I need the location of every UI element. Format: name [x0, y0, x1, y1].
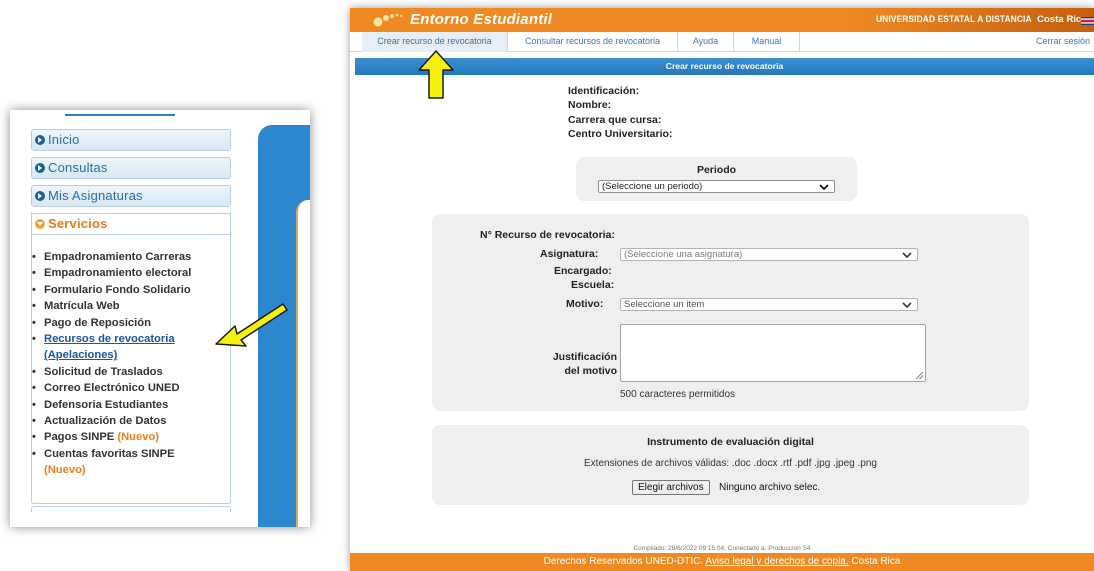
service-item[interactable]: Empadronamiento Carreras [32, 249, 232, 266]
justificacion-textarea[interactable] [620, 324, 926, 382]
service-item-new-badge-line: (Nuevo) [32, 462, 232, 478]
sidebar-menu-label: Consultas [48, 160, 108, 175]
periodo-label: Periodo [696, 164, 737, 176]
new-badge: (Nuevo) [117, 431, 160, 444]
compiled-info: Compilado: 28/6/2022 09:15:04, Conectado… [633, 545, 811, 552]
app-footer: Derechos Reservados UNED-DTIC. Aviso leg… [350, 553, 1094, 571]
asignatura-select[interactable]: (Seleccione una asignatura) [620, 248, 918, 261]
legal-notice-link[interactable]: Aviso legal y derechos de copia. [705, 556, 848, 567]
service-item[interactable]: Defensoria Estudiantes [32, 397, 232, 414]
chevron-down-icon [902, 252, 912, 259]
top-nav: Crear recurso de revocatoria Consultar r… [350, 32, 1094, 52]
bullet-arrow-icon [35, 163, 45, 173]
escuela-label: Escuela: [571, 279, 615, 291]
sidebar-top-line [65, 114, 175, 116]
chevron-down-icon [819, 184, 829, 191]
service-item[interactable]: Cuentas favoritas SINPE [32, 446, 232, 463]
centro-universitario-label: Centro Universitario: [568, 128, 673, 140]
chars-allowed-hint: 500 caracteres permitidos [620, 389, 736, 400]
encargado-label: Encargado: [554, 265, 612, 277]
motivo-label: Motivo: [566, 298, 604, 310]
service-item[interactable]: Solicitud de Traslados [32, 364, 232, 381]
service-item-recursos-revocatoria[interactable]: Recursos de revocatoria [32, 331, 232, 348]
services-list: Empadronamiento Carreras Empadronamiento… [32, 249, 232, 479]
service-item-apelaciones[interactable]: (Apelaciones) [32, 347, 232, 363]
bullet-arrow-icon [35, 135, 45, 145]
sidebar-menu-label: Mis Asignaturas [48, 188, 143, 203]
service-item[interactable]: Pago de Reposición [32, 315, 232, 332]
asignatura-label: Asignatura: [540, 248, 599, 260]
numero-recurso-label: N° Recurso de revocatoria: [480, 229, 615, 241]
tab-crear-recurso[interactable]: Crear recurso de revocatoria [362, 32, 508, 52]
section-title-bar: Crear recurso de revocatoria [355, 58, 1094, 75]
yellow-arrow-up-icon [418, 50, 454, 99]
recurso-form-panel: N° Recurso de revocatoria: Asignatura: (… [432, 214, 1029, 411]
carrera-label: Carrera que cursa: [568, 114, 662, 126]
main-page-screenshot: Entorno Estudiantil UNIVERSIDAD ESTATAL … [350, 8, 1094, 571]
app-title: Entorno Estudiantil [410, 11, 553, 28]
sidebar-menu-consultas[interactable]: Consultas [31, 157, 231, 179]
footer-country: Costa Rica [851, 556, 901, 567]
tab-manual[interactable]: Manual [734, 32, 800, 52]
service-item[interactable]: Formulario Fondo Solidario [32, 282, 232, 299]
instrumento-title: Instrumento de evaluación digital [647, 436, 814, 448]
periodo-panel: Periodo (Seleccione un periodo) [576, 157, 857, 201]
valid-extensions-text: Extensiones de archivos válidas: .doc .d… [584, 458, 877, 469]
yellow-arrow-left-icon [215, 303, 288, 347]
periodo-select[interactable]: (Seleccione un periodo) [598, 180, 835, 193]
content-panel-inner [296, 200, 310, 527]
service-item-label: Pagos SINPE [44, 431, 115, 444]
app-header: Entorno Estudiantil UNIVERSIDAD ESTATAL … [350, 8, 1094, 32]
sidebar-menu-label: Inicio [48, 132, 80, 147]
tab-consultar-recursos[interactable]: Consultar recursos de revocatoria [508, 32, 678, 52]
service-item[interactable]: Empadronamiento electoral [32, 265, 232, 282]
sidebar-menu-mis-asignaturas[interactable]: Mis Asignaturas [31, 185, 231, 207]
university-name: UNIVERSIDAD ESTATAL A DISTANCIA [876, 14, 1032, 25]
new-badge: (Nuevo) [44, 464, 86, 477]
bullet-arrow-icon [35, 191, 45, 201]
justificacion-label: Justificación del motivo [547, 350, 617, 378]
instrumento-panel: Instrumento de evaluación digital Extens… [432, 425, 1029, 505]
service-item[interactable]: Correo Electrónico UNED [32, 380, 232, 397]
footer-rights: Derechos Reservados UNED-DTIC. [543, 556, 704, 567]
asignatura-select-value: (Seleccione una asignatura) [624, 249, 743, 260]
chevron-down-icon [902, 302, 912, 309]
nombre-label: Nombre: [568, 99, 612, 111]
choose-files-button[interactable]: Elegir archivos [632, 480, 710, 495]
logout-link[interactable]: Cerrar sesión [1036, 32, 1090, 51]
motivo-select-value: Seleccione un item [624, 299, 705, 310]
sidebar-bottom-panel [31, 506, 231, 512]
logo-dots-icon [373, 13, 402, 27]
service-item-pagos-sinpe[interactable]: Pagos SINPE (Nuevo) [32, 429, 232, 446]
periodo-select-value: (Seleccione un periodo) [602, 181, 703, 192]
tab-ayuda[interactable]: Ayuda [678, 32, 734, 52]
sidebar-menu-inicio[interactable]: Inicio [31, 129, 231, 151]
costa-rica-flag-icon [1081, 17, 1094, 25]
service-item-label: (Apelaciones) [44, 349, 118, 362]
justificacion-label-line1: Justificación [552, 351, 617, 363]
service-item[interactable]: Actualización de Datos [32, 413, 232, 430]
justificacion-label-line2: del motivo [564, 365, 617, 377]
identificacion-label: Identificación: [568, 85, 640, 97]
service-item[interactable]: Matrícula Web [32, 298, 232, 315]
file-status-text: Ninguno archivo selec. [719, 482, 821, 493]
motivo-select[interactable]: Seleccione un item [620, 298, 918, 311]
country-name: Costa Rica [1037, 14, 1087, 25]
